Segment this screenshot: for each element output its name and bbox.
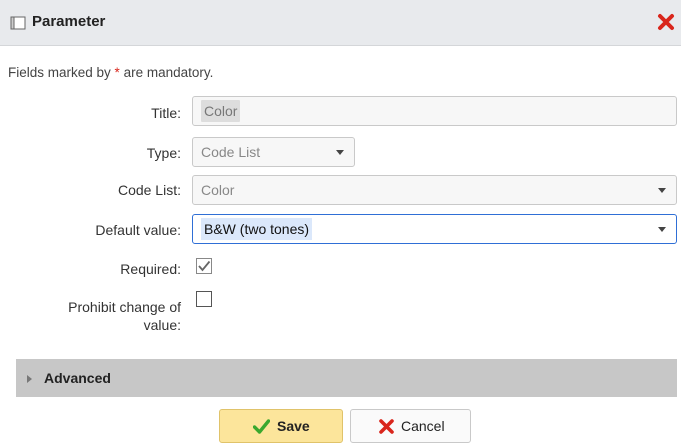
prohibit-change-label: Prohibit change of value: — [0, 298, 181, 334]
advanced-section-header[interactable]: Advanced — [16, 359, 677, 397]
window-icon — [10, 16, 26, 30]
default-value-label: Default value: — [95, 222, 181, 238]
save-button-label: Save — [277, 418, 310, 434]
required-label: Required: — [120, 261, 181, 277]
title-field[interactable]: Color — [192, 96, 677, 126]
checkmark-icon — [253, 419, 270, 434]
mandatory-note-suffix: are mandatory. — [119, 65, 214, 80]
dialog-title: Parameter — [32, 13, 106, 30]
prohibit-change-label-line1: Prohibit change of — [68, 299, 181, 315]
type-label: Type: — [146, 145, 181, 161]
cancel-button[interactable]: Cancel — [350, 409, 471, 443]
type-value: Code List — [201, 144, 261, 160]
code-list-select[interactable]: Color — [192, 175, 677, 205]
chevron-down-icon — [658, 227, 666, 232]
advanced-label: Advanced — [44, 370, 111, 386]
chevron-down-icon — [336, 150, 344, 155]
title-label: Title: — [151, 105, 181, 121]
x-icon — [379, 419, 394, 434]
required-checkbox[interactable] — [196, 258, 212, 274]
chevron-down-icon — [658, 188, 666, 193]
default-value-select[interactable]: B&W (two tones) — [192, 214, 677, 244]
checkmark-icon — [198, 260, 211, 272]
default-value-value: B&W (two tones) — [201, 218, 313, 240]
mandatory-note: Fields marked by * are mandatory. — [8, 65, 213, 80]
save-button[interactable]: Save — [219, 409, 343, 443]
prohibit-change-checkbox[interactable] — [196, 291, 212, 307]
code-list-value: Color — [201, 182, 235, 198]
prohibit-change-label-line2: value: — [143, 317, 181, 333]
cancel-button-label: Cancel — [401, 418, 445, 434]
mandatory-note-prefix: Fields marked by — [8, 65, 115, 80]
code-list-label: Code List: — [117, 182, 181, 198]
close-icon[interactable] — [657, 13, 675, 31]
triangle-right-icon — [27, 375, 32, 383]
title-value: Color — [201, 100, 241, 122]
type-select[interactable]: Code List — [192, 137, 355, 167]
dialog-titlebar: Parameter — [0, 0, 681, 46]
